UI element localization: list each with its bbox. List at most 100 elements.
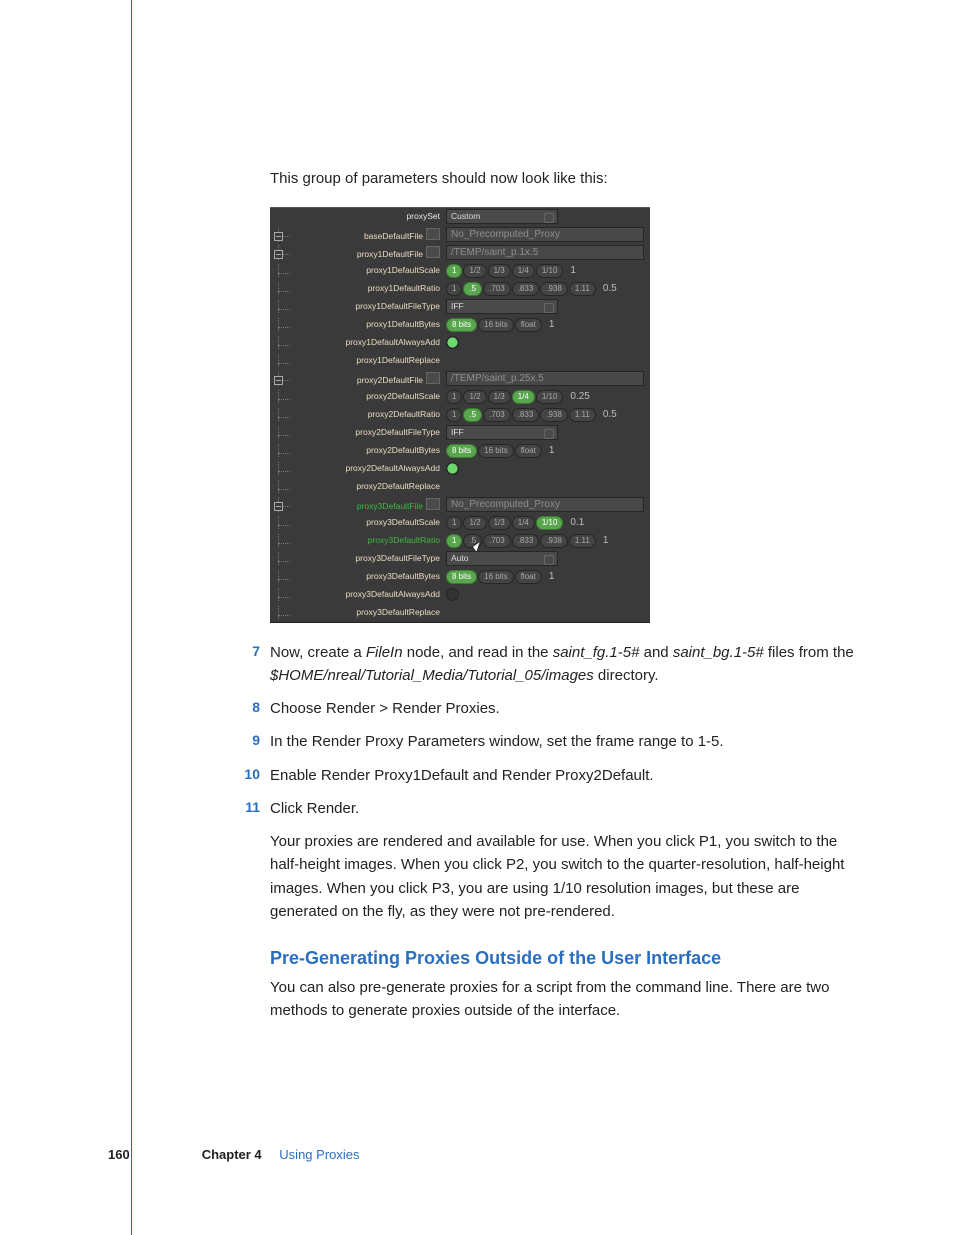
pill-group: 1.5.703.833.9381.11 <box>446 282 597 296</box>
pill-option[interactable]: .833 <box>512 408 540 422</box>
step-item: 7Now, create a FileIn node, and read in … <box>270 641 860 688</box>
pill-option[interactable]: 1 <box>446 516 462 530</box>
pill-option[interactable]: 8 bits <box>446 570 477 584</box>
step-text: Choose Render > Render Proxies. <box>270 697 860 720</box>
collapse-box-icon[interactable] <box>274 232 283 241</box>
dropdown[interactable]: IFF <box>446 299 558 314</box>
param-row: proxy3DefaultReplace <box>270 604 650 622</box>
pill-option[interactable]: 1/2 <box>463 516 486 530</box>
param-value: /TEMP/saint_p.1x.5 <box>444 245 650 260</box>
pill-option[interactable]: 1/2 <box>463 390 486 404</box>
param-label: proxy1DefaultAlwaysAdd <box>270 336 444 349</box>
param-label: proxy3DefaultScale <box>270 516 444 529</box>
page: This group of parameters should now look… <box>0 0 954 1235</box>
pill-option[interactable]: 1/10 <box>536 516 564 530</box>
pill-option[interactable]: 1/3 <box>488 264 511 278</box>
pill-value: 0.25 <box>570 389 589 404</box>
param-row: proxy1DefaultScale11/21/31/41/101 <box>270 262 650 280</box>
radio-toggle[interactable] <box>446 462 459 475</box>
steps-list: 7Now, create a FileIn node, and read in … <box>270 641 860 821</box>
pill-option[interactable]: 1 <box>446 282 462 296</box>
param-row: proxy2DefaultScale11/21/31/41/100.25 <box>270 388 650 406</box>
pill-option[interactable]: 1/3 <box>488 390 511 404</box>
param-label: proxy1DefaultReplace <box>270 354 444 367</box>
collapse-box-icon[interactable] <box>274 250 283 259</box>
param-value: 1.5.703.833.9381.11 0.5 <box>444 407 650 422</box>
radio-toggle[interactable] <box>446 588 459 601</box>
param-label: proxy2DefaultRatio <box>270 408 444 421</box>
pill-option[interactable]: 1.11 <box>569 282 596 296</box>
collapse-box-icon[interactable] <box>274 502 283 511</box>
pill-option[interactable]: float <box>515 444 542 458</box>
pill-option[interactable]: .938 <box>540 534 568 548</box>
pill-option[interactable]: 1/2 <box>463 264 486 278</box>
param-row: proxy1DefaultRatio1.5.703.833.9381.110.5 <box>270 280 650 298</box>
param-label: proxy3DefaultFile <box>270 497 444 513</box>
pill-value: 0.5 <box>603 281 617 296</box>
pill-option[interactable]: .5 <box>463 534 482 548</box>
pill-option[interactable]: 16 bits <box>478 570 514 584</box>
pill-option[interactable]: 1 <box>446 534 462 548</box>
param-row: proxy3DefaultScale11/21/31/41/100.1 <box>270 514 650 532</box>
param-row: proxy1DefaultFileTypeIFF <box>270 298 650 316</box>
pill-value: 0.5 <box>603 407 617 422</box>
dropdown[interactable]: IFF <box>446 425 558 440</box>
param-value: 8 bits16 bitsfloat1 <box>444 569 650 584</box>
folder-icon[interactable] <box>426 372 440 384</box>
step-number: 11 <box>232 797 270 820</box>
pill-option[interactable]: 16 bits <box>478 318 514 332</box>
pill-value: 1 <box>549 317 555 332</box>
param-row: proxy3DefaultFileNo_Precomputed_Proxy <box>270 496 650 514</box>
pill-option[interactable]: 1/4 <box>512 264 535 278</box>
param-value: Auto <box>444 551 650 566</box>
param-value: IFF <box>444 299 650 314</box>
pill-option[interactable]: 1/4 <box>512 516 535 530</box>
folder-icon[interactable] <box>426 498 440 510</box>
pill-option[interactable]: 1.11 <box>569 534 596 548</box>
param-row: proxy2DefaultFileTypeIFF <box>270 424 650 442</box>
pill-option[interactable]: 16 bits <box>478 444 514 458</box>
pill-option[interactable]: 1 <box>446 390 462 404</box>
param-label: proxySet <box>270 210 444 223</box>
pill-option[interactable]: .833 <box>512 282 540 296</box>
file-input[interactable]: No_Precomputed_Proxy <box>446 497 644 512</box>
dropdown[interactable]: Custom <box>446 209 558 224</box>
collapse-box-icon[interactable] <box>274 376 283 385</box>
pill-option[interactable]: 1/10 <box>536 264 564 278</box>
pill-option[interactable]: .5 <box>463 408 482 422</box>
folder-icon[interactable] <box>426 228 440 240</box>
pill-option[interactable]: .938 <box>540 408 568 422</box>
pill-option[interactable]: .703 <box>483 282 511 296</box>
pill-option[interactable]: .5 <box>463 282 482 296</box>
dropdown[interactable]: Auto <box>446 551 558 566</box>
pill-option[interactable]: float <box>515 570 542 584</box>
pill-option[interactable]: 1 <box>446 264 462 278</box>
pill-option[interactable]: .703 <box>483 408 511 422</box>
pill-option[interactable]: 1/4 <box>512 390 535 404</box>
margin-rule <box>131 0 132 1235</box>
file-input[interactable]: /TEMP/saint_p.1x.5 <box>446 245 644 260</box>
param-row: proxySetCustom <box>270 208 650 226</box>
param-row: proxy1DefaultBytes8 bits16 bitsfloat1 <box>270 316 650 334</box>
folder-icon[interactable] <box>426 246 440 258</box>
pill-option[interactable]: float <box>515 318 542 332</box>
pill-option[interactable]: 1/3 <box>488 516 511 530</box>
file-input[interactable]: /TEMP/saint_p.25x.5 <box>446 371 644 386</box>
param-value <box>444 336 650 349</box>
pill-option[interactable]: 1/10 <box>536 390 564 404</box>
pill-option[interactable]: .833 <box>512 534 540 548</box>
radio-toggle[interactable] <box>446 336 459 349</box>
param-value: 11/21/31/41/10 0.25 <box>444 389 650 404</box>
chevron-down-icon <box>544 555 554 565</box>
file-input[interactable]: No_Precomputed_Proxy <box>446 227 644 242</box>
step-number: 9 <box>232 730 270 753</box>
pill-option[interactable]: 8 bits <box>446 318 477 332</box>
pill-option[interactable]: .703 <box>483 534 511 548</box>
pill-option[interactable]: .938 <box>540 282 568 296</box>
pill-option[interactable]: 1.11 <box>569 408 596 422</box>
param-value: No_Precomputed_Proxy <box>444 497 650 512</box>
pill-option[interactable]: 1 <box>446 408 462 422</box>
pill-option[interactable]: 8 bits <box>446 444 477 458</box>
pill-group: 11/21/31/41/10 <box>446 516 564 530</box>
step-number: 8 <box>232 697 270 720</box>
